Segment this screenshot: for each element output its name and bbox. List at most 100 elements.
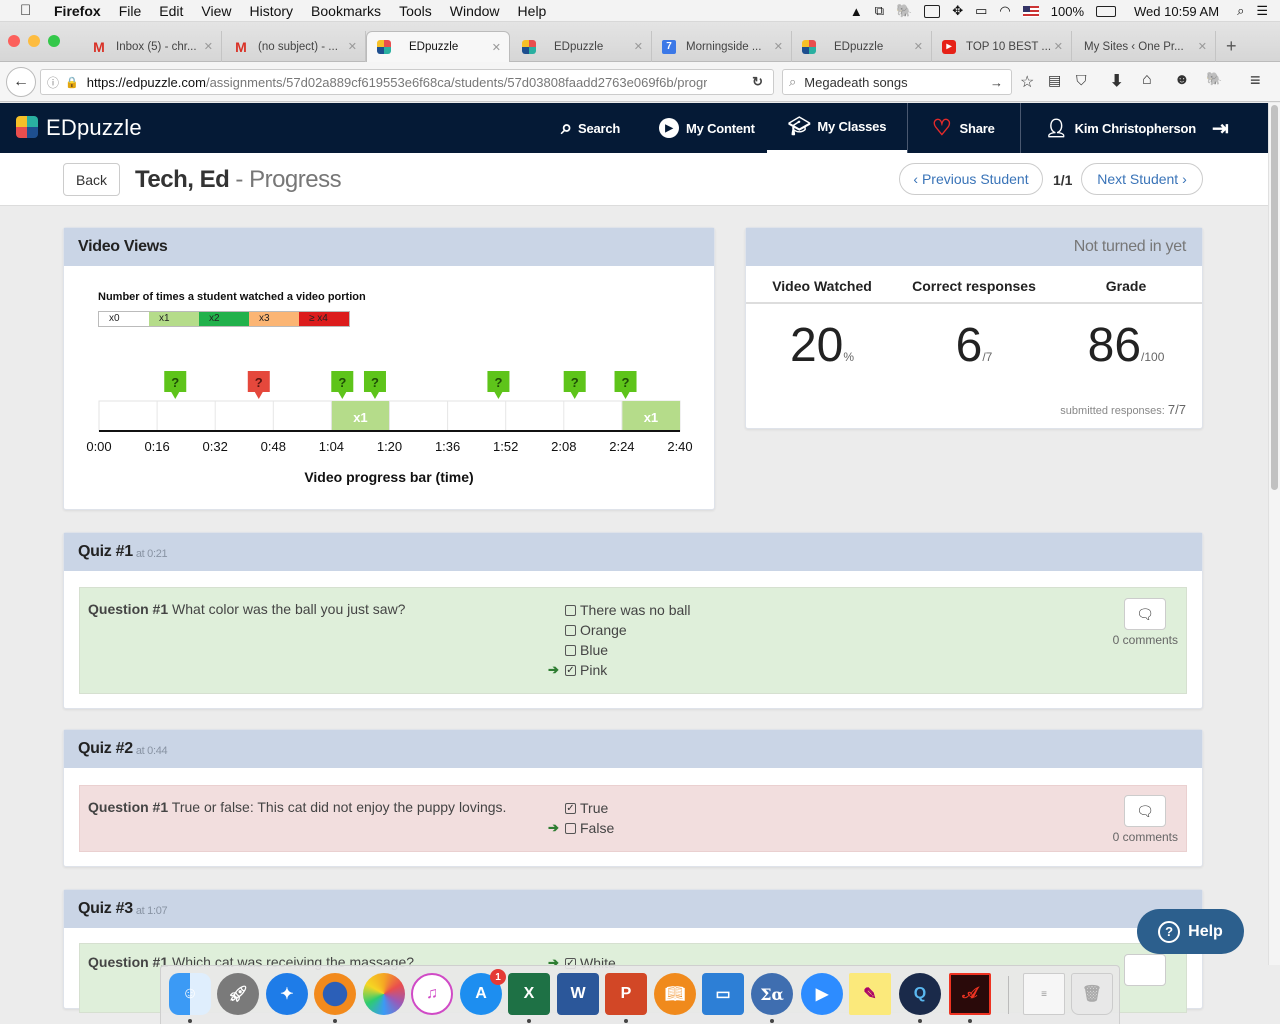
tab-youtube[interactable]: ▸ TOP 10 BEST ... ✕ [932, 31, 1072, 62]
dock-trash-icon[interactable]: 🗑︎ [1071, 973, 1113, 1015]
flag-input-icon[interactable] [1022, 5, 1039, 17]
menu-window[interactable]: Window [450, 3, 500, 19]
battery-icon[interactable] [1096, 5, 1117, 17]
search-bar[interactable]: ⌕ Megadeath songs → [782, 69, 1012, 95]
close-tab-icon[interactable]: ✕ [492, 41, 501, 54]
question-marker-pointer [254, 392, 263, 399]
close-tab-icon[interactable]: ✕ [348, 40, 357, 53]
evernote-extension-icon[interactable]: 🐘 [1206, 71, 1222, 87]
back-link-button[interactable]: Back [63, 163, 120, 196]
dock-ibooks-icon[interactable]: 📖︎ [654, 973, 696, 1015]
dock-finder-icon[interactable]: ☺ [169, 973, 211, 1015]
reload-icon[interactable]: ↻ [752, 74, 763, 90]
reading-list-icon[interactable]: ▤ [1048, 72, 1061, 89]
brand-name[interactable]: EDpuzzle [46, 115, 142, 141]
comments-count[interactable]: 0 comments [1113, 830, 1178, 844]
tab-edpuzzle-3[interactable]: EDpuzzle ✕ [792, 31, 932, 62]
back-button[interactable]: ← [6, 67, 36, 97]
downloads-icon[interactable]: ⬇ [1110, 71, 1123, 91]
window-manager-icon[interactable] [924, 4, 941, 18]
comments-button[interactable]: 🗨 [1124, 795, 1166, 827]
close-tab-icon[interactable]: ✕ [1198, 40, 1207, 53]
nav-user[interactable]: 👤︎ Kim Christopherson [1045, 103, 1196, 153]
new-tab-button[interactable]: + [1226, 36, 1237, 57]
dock-zoom-icon[interactable]: ▶ [801, 973, 843, 1015]
tab-label: EDpuzzle [409, 41, 459, 53]
spotlight-icon[interactable]: ⌕ [1237, 3, 1244, 19]
close-tab-icon[interactable]: ✕ [634, 40, 643, 53]
airplay-icon[interactable]: ▭ [975, 3, 987, 19]
search-input[interactable]: Megadeath songs [804, 75, 907, 90]
nav-my-content[interactable]: ▶ My Content [659, 103, 755, 153]
url-text[interactable]: https://edpuzzle.com/assignments/57d02a8… [87, 75, 707, 90]
gmail-icon: M [93, 38, 105, 55]
logout-icon[interactable]: ⇥ [1212, 103, 1229, 153]
scrollbar-thumb[interactable] [1271, 105, 1278, 490]
menu-history[interactable]: History [249, 3, 293, 19]
dock-word-icon[interactable]: W [557, 973, 599, 1015]
dock-acrobat-icon[interactable]: 𝒜 [949, 973, 991, 1015]
clock[interactable]: Wed 10:59 AM [1134, 4, 1219, 19]
close-tab-icon[interactable]: ✕ [1054, 40, 1063, 53]
dock-photos-icon[interactable] [363, 973, 405, 1015]
pocket-icon[interactable]: ⛉ [1076, 72, 1087, 89]
next-student-button[interactable]: Next Student › [1081, 163, 1203, 195]
comments-button[interactable] [1124, 954, 1166, 986]
dock-itunes-icon[interactable]: ♫ [411, 973, 453, 1015]
page-scrollbar[interactable] [1268, 103, 1280, 965]
tab-my-sites[interactable]: My Sites ‹ One Pr... ✕ [1074, 31, 1216, 62]
menu-help[interactable]: Help [518, 3, 547, 19]
menu-bookmarks[interactable]: Bookmarks [311, 3, 381, 19]
tab-inbox[interactable]: M Inbox (5) - chr... ✕ [82, 31, 222, 62]
emoji-extension-icon[interactable]: ☻ [1174, 71, 1190, 88]
close-tab-icon[interactable]: ✕ [914, 40, 923, 53]
zoom-window-button[interactable] [48, 35, 60, 47]
tab-no-subject[interactable]: M (no subject) - ... ✕ [224, 31, 366, 62]
bookmark-star-icon[interactable]: ☆ [1020, 72, 1034, 92]
close-tab-icon[interactable]: ✕ [774, 40, 783, 53]
dock-powerpoint-icon[interactable]: P [605, 973, 647, 1015]
nav-search[interactable]: ⌕ Search [561, 103, 620, 153]
dropbox-icon[interactable]: ✥ [952, 3, 963, 19]
close-window-button[interactable] [8, 35, 20, 47]
dock-document-icon[interactable]: ≡ [1023, 973, 1065, 1015]
apple-menu-icon[interactable]:  [20, 2, 38, 19]
evernote-icon[interactable]: 🐘 [896, 3, 912, 19]
dock-firefox-icon[interactable] [314, 973, 356, 1015]
dock-sigma-icon[interactable]: Σα [751, 973, 793, 1015]
dock-quicktime-icon[interactable]: Q [899, 973, 941, 1015]
quiz-header: Quiz #3 at 1:07 [64, 890, 1202, 928]
menu-view[interactable]: View [201, 3, 231, 19]
dock-excel-icon[interactable]: X [508, 973, 550, 1015]
hamburger-menu-icon[interactable]: ≡ [1250, 70, 1261, 91]
url-bar[interactable]: ⓘ 🔒 https://edpuzzle.com/assignments/57d… [40, 69, 774, 95]
edpuzzle-logo-icon[interactable] [16, 116, 38, 138]
menu-tools[interactable]: Tools [399, 3, 432, 19]
minimize-window-button[interactable] [28, 35, 40, 47]
nav-my-classes[interactable]: 🎓︎ My Classes [767, 103, 907, 153]
nav-share[interactable]: ♡ Share [932, 103, 995, 153]
wifi-icon[interactable]: ◠ [999, 3, 1010, 19]
dock-safari-icon[interactable]: ✦ [266, 973, 308, 1015]
previous-student-button[interactable]: ‹ Previous Student [899, 163, 1043, 195]
dock-launchpad-icon[interactable]: 🚀︎ [217, 973, 259, 1015]
comments-count[interactable]: 0 comments [1113, 633, 1178, 647]
go-arrow-icon[interactable]: → [990, 75, 1003, 90]
dock-app-store-icon[interactable]: A1 [460, 969, 506, 1015]
home-icon[interactable]: ⌂ [1142, 71, 1152, 89]
dock-keynote-icon[interactable]: ▭ [702, 973, 744, 1015]
tab-edpuzzle-active[interactable]: EDpuzzle ✕ [366, 31, 510, 62]
menu-app-firefox[interactable]: Firefox [54, 3, 101, 19]
notification-center-icon[interactable]: ☰ [1256, 3, 1268, 19]
help-button[interactable]: ? Help [1137, 909, 1244, 954]
dock-stickies-icon[interactable]: ✎ [849, 973, 891, 1015]
menu-edit[interactable]: Edit [159, 3, 183, 19]
tab-morningside[interactable]: 7 Morningside ... ✕ [652, 31, 792, 62]
info-icon[interactable]: ⓘ [47, 74, 59, 91]
comments-button[interactable]: 🗨 [1124, 598, 1166, 630]
tab-edpuzzle-2[interactable]: EDpuzzle ✕ [512, 31, 652, 62]
menu-file[interactable]: File [119, 3, 142, 19]
messages-icon[interactable]: ⧉ [875, 3, 884, 19]
google-drive-icon[interactable]: ▲ [850, 4, 863, 19]
close-tab-icon[interactable]: ✕ [204, 40, 213, 53]
